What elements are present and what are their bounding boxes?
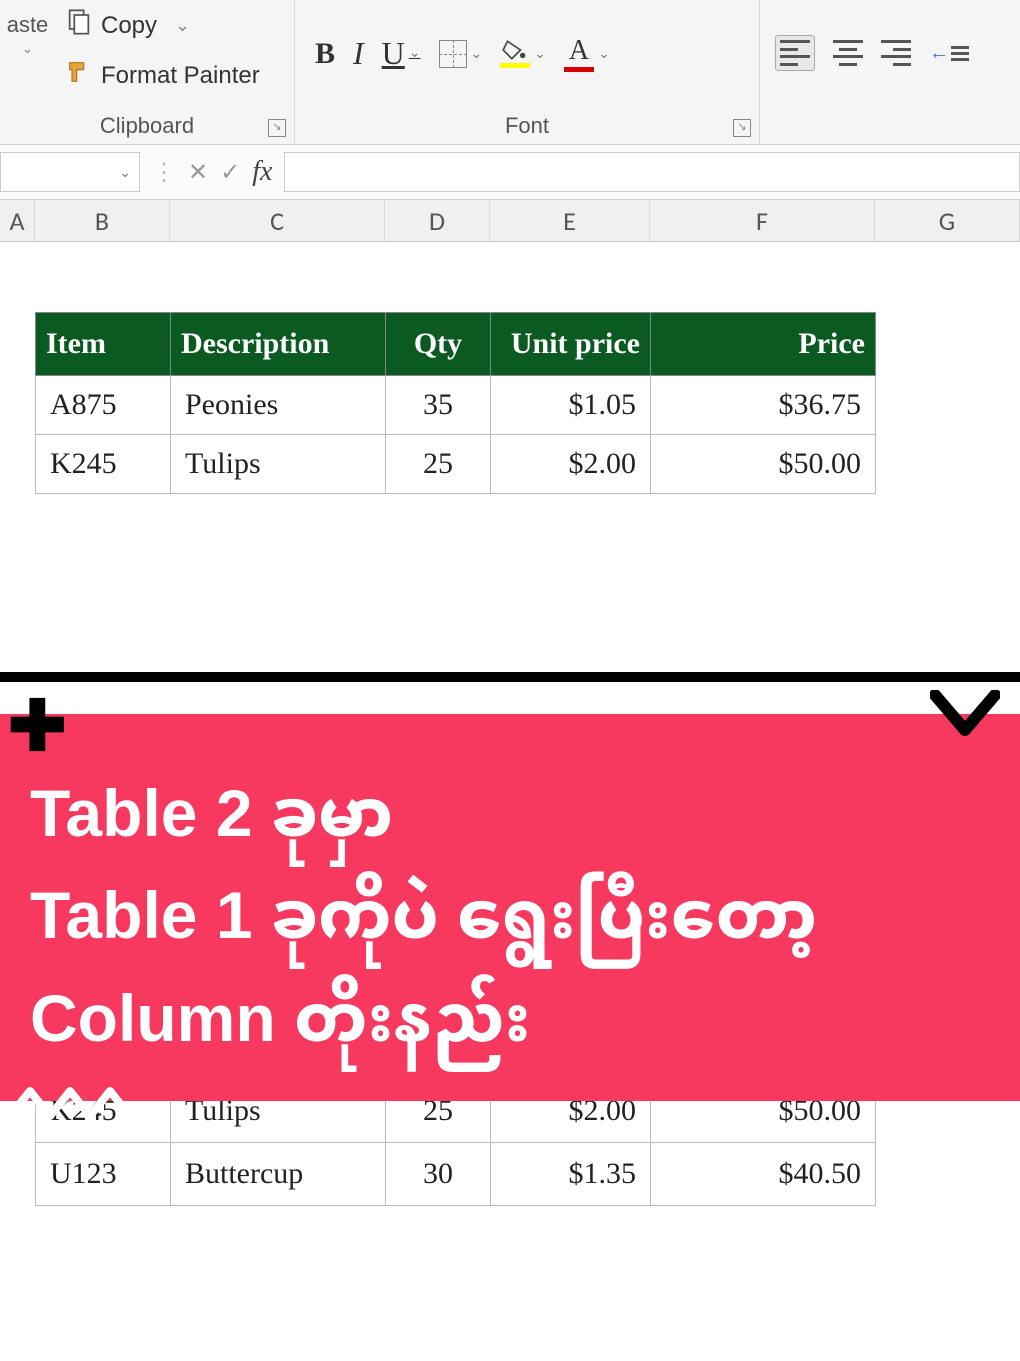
cell-unit[interactable]: $2.00 xyxy=(491,435,651,494)
chevron-down-icon[interactable]: ⌄ xyxy=(598,45,610,62)
bold-button[interactable]: B xyxy=(315,37,335,71)
arrow-left-icon: ← xyxy=(929,42,949,65)
th-unit-price[interactable]: Unit price xyxy=(491,313,651,376)
border-button[interactable]: ⌄ xyxy=(439,40,483,68)
data-table-1: Item Description Qty Unit price Price A8… xyxy=(35,312,876,494)
clipboard-dialog-launcher[interactable]: ↘ xyxy=(268,119,286,137)
align-center-icon xyxy=(833,40,863,66)
plus-icon: ✚ xyxy=(8,685,67,767)
format-painter-button[interactable]: Format Painter xyxy=(65,58,260,93)
chevron-down-icon[interactable]: ⌄ xyxy=(119,164,131,181)
table-header-row: Item Description Qty Unit price Price xyxy=(36,313,876,376)
cell-desc[interactable]: Buttercup xyxy=(171,1143,386,1206)
align-left-icon xyxy=(780,40,810,66)
formula-bar: ⌄ ⋮ ✕ ✓ fx xyxy=(0,145,1020,200)
cell-unit[interactable]: $1.35 xyxy=(491,1143,651,1206)
chevron-down-icon[interactable]: ⌄ xyxy=(534,45,546,62)
cell-price[interactable]: $50.00 xyxy=(651,435,876,494)
format-painter-label: Format Painter xyxy=(101,62,260,90)
separator-icon: ⋮ xyxy=(152,158,176,187)
paint-bucket-icon xyxy=(501,39,529,61)
chevron-down-icon[interactable]: ⌄ xyxy=(175,15,190,36)
fill-color-button[interactable]: ⌄ xyxy=(500,39,546,68)
formula-input[interactable] xyxy=(284,152,1020,192)
lines-icon xyxy=(951,46,969,61)
cell-unit[interactable]: $1.05 xyxy=(491,376,651,435)
fill-color-bar xyxy=(500,63,530,68)
align-center-button[interactable] xyxy=(833,40,863,66)
th-item[interactable]: Item xyxy=(36,313,171,376)
brush-icon xyxy=(65,58,93,93)
fx-icon[interactable]: fx xyxy=(252,156,272,188)
border-icon xyxy=(439,40,467,68)
cell-item[interactable]: A875 xyxy=(36,376,171,435)
overlay-line3: Column တိုးနည်း xyxy=(30,967,817,1069)
cell-desc[interactable]: Tulips xyxy=(171,435,386,494)
clipboard-group-label: Clipboard xyxy=(0,113,294,139)
th-price[interactable]: Price xyxy=(651,313,876,376)
arrow-down-icon xyxy=(930,690,1000,745)
cell-qty[interactable]: 25 xyxy=(386,435,491,494)
chevron-down-icon[interactable]: ⌄ xyxy=(471,45,483,62)
font-group-label: Font xyxy=(295,113,759,139)
table-row: K245 Tulips 25 $2.00 $50.00 xyxy=(36,435,876,494)
cell-item[interactable]: U123 xyxy=(36,1143,171,1206)
cancel-button[interactable]: ✕ xyxy=(188,158,208,187)
overlay-text: Table 2 ခုမှာ Table 1 ခုကိုပဲ ရွေးပြီးတေ… xyxy=(30,762,817,1069)
cell-qty[interactable]: 30 xyxy=(386,1143,491,1206)
alignment-group: ← xyxy=(760,0,1020,145)
worksheet[interactable]: Item Description Qty Unit price Price A8… xyxy=(0,242,1020,1361)
column-header-g[interactable]: G xyxy=(875,200,1020,241)
underline-button[interactable]: U⌄ xyxy=(382,35,421,72)
paste-label: aste xyxy=(7,12,49,37)
cell-price[interactable]: $36.75 xyxy=(651,376,876,435)
align-right-icon xyxy=(881,40,911,66)
copy-icon xyxy=(65,8,93,43)
th-description[interactable]: Description xyxy=(171,313,386,376)
font-group: B I U⌄ ⌄ ⌄ A xyxy=(295,0,760,145)
clipboard-group: aste ⌄ Copy ⌄ Format Painter Clipboard ↘ xyxy=(0,0,295,145)
enter-button[interactable]: ✓ xyxy=(220,158,240,187)
th-qty[interactable]: Qty xyxy=(386,313,491,376)
column-headers: A B C D E F G xyxy=(0,200,1020,242)
chevron-down-icon[interactable]: ⌄ xyxy=(409,45,421,62)
ribbon: aste ⌄ Copy ⌄ Format Painter Clipboard ↘… xyxy=(0,0,1020,145)
font-color-icon: A xyxy=(569,35,589,67)
overlay-line1: Table 2 ခုမှာ xyxy=(30,762,817,864)
column-header-rowsel[interactable]: A xyxy=(0,200,35,241)
table-row: U123 Buttercup 30 $1.35 $40.50 xyxy=(36,1143,876,1206)
decrease-indent-button[interactable]: ← xyxy=(929,42,969,65)
column-header-f[interactable]: F xyxy=(650,200,875,241)
align-left-button[interactable] xyxy=(775,35,815,71)
overlay-banner: Table 2 ခုမှာ Table 1 ခုကိုပဲ ရွေးပြီးတေ… xyxy=(0,714,1020,1101)
name-box[interactable]: ⌄ xyxy=(0,152,140,192)
copy-label: Copy xyxy=(101,12,157,40)
cell-price[interactable]: $40.50 xyxy=(651,1143,876,1206)
font-dialog-launcher[interactable]: ↘ xyxy=(733,119,751,137)
chevron-down-icon: ⌄ xyxy=(0,40,55,57)
column-header-c[interactable]: C xyxy=(170,200,385,241)
column-header-b[interactable]: B xyxy=(35,200,170,241)
copy-button[interactable]: Copy ⌄ xyxy=(65,8,190,43)
column-header-d[interactable]: D xyxy=(385,200,490,241)
divider xyxy=(0,672,1020,682)
font-color-bar xyxy=(564,67,594,72)
underline-label: U xyxy=(382,35,405,72)
zigzag-icon xyxy=(10,1086,130,1131)
overlay-line2: Table 1 ခုကိုပဲ ရွေးပြီးတော့ xyxy=(30,864,817,966)
cell-qty[interactable]: 35 xyxy=(386,376,491,435)
paste-button[interactable]: aste ⌄ xyxy=(0,12,55,57)
table-row: A875 Peonies 35 $1.05 $36.75 xyxy=(36,376,876,435)
cell-item[interactable]: K245 xyxy=(36,435,171,494)
column-header-e[interactable]: E xyxy=(490,200,650,241)
italic-button[interactable]: I xyxy=(353,35,364,72)
cell-desc[interactable]: Peonies xyxy=(171,376,386,435)
font-color-button[interactable]: A ⌄ xyxy=(564,35,610,72)
align-right-button[interactable] xyxy=(881,40,911,66)
